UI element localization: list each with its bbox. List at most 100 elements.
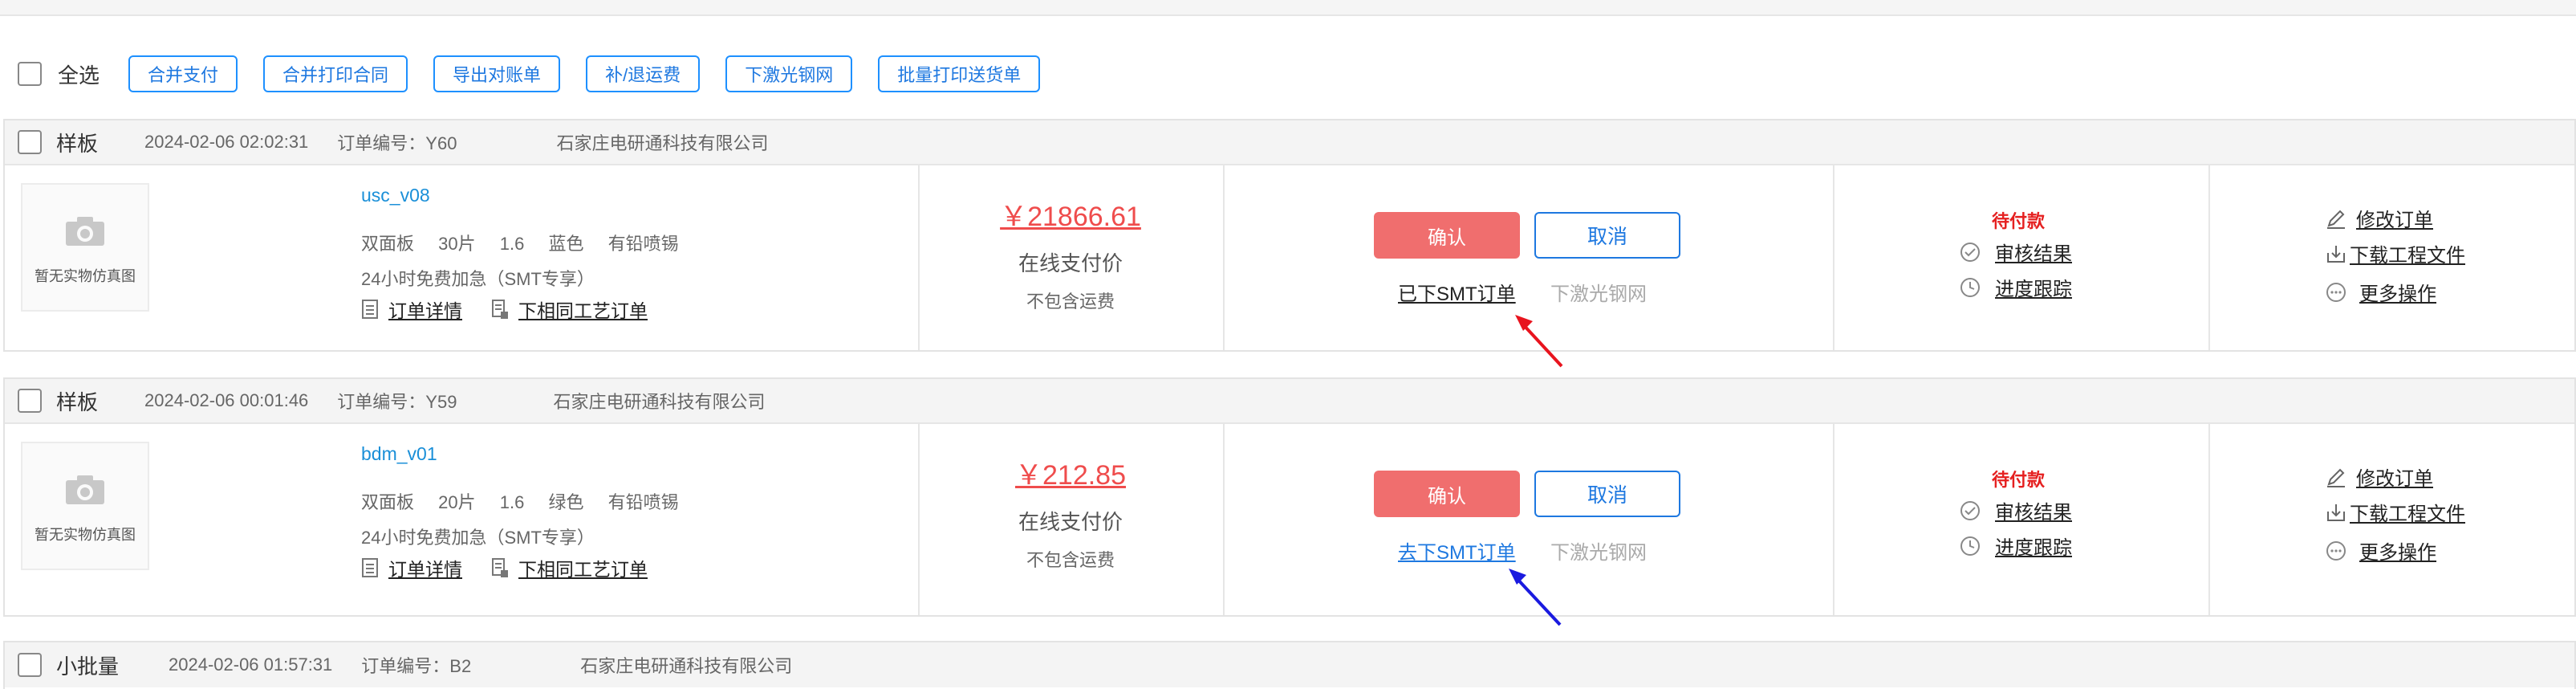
order-number: 订单编号：B2 [361,656,472,676]
order-number: 订单编号：Y60 [337,133,457,153]
rush-note: 24小时免费加急（SMT专享） [361,269,595,289]
order-type: 小批量 [56,654,120,679]
order-datetime: 2024-02-06 00:01:46 [144,390,309,410]
progress-row[interactable]: 进度跟踪 [1960,273,2072,301]
more-actions-link[interactable]: 更多操作 [2359,278,2436,306]
rush-note: 24小时免费加急（SMT专享） [361,528,595,548]
camera-icon [66,475,104,504]
order-body: 暂无实物仿真图 bdm_v01 双面板 20片 1.6 绿色 有铅喷锡 24小时… [5,424,2574,615]
clock-icon [1960,277,1980,297]
order-number: 订单编号：Y59 [337,392,457,412]
freight-adjust-button[interactable]: 补/退运费 [586,55,701,92]
spec-layers: 双面板 [361,234,415,254]
smt-order-link[interactable]: 已下SMT订单 [1398,278,1516,306]
edit-order-row[interactable]: 修改订单 [2326,204,2433,232]
status-badge: 待付款 [1992,470,2046,490]
order-detail-link[interactable]: 订单详情 [388,554,462,581]
batch-print-delivery-button[interactable]: 批量打印送货单 [878,55,1041,92]
more-actions-row[interactable]: 更多操作 [2326,278,2436,306]
pencil-icon [2327,210,2345,229]
download-file-row[interactable]: 下载工程文件 [2326,498,2465,526]
product-spec: 双面板 20片 1.6 绿色 有铅喷锡 [361,488,698,514]
confirm-button[interactable]: 确认 [1374,471,1520,517]
spec-thickness: 1.6 [499,234,525,254]
check-circle-icon [1960,500,1980,520]
freight-note: 不包含运费 [1026,550,1115,570]
download-icon [2327,503,2345,521]
check-circle-icon [1960,242,1980,262]
download-file-row[interactable]: 下载工程文件 [2326,239,2465,267]
order-checkbox[interactable] [18,389,42,413]
company-name: 石家庄电研通科技有限公司 [580,656,793,676]
company-name: 石家庄电研通科技有限公司 [556,133,769,153]
document-icon [362,300,378,319]
order-type: 样板 [56,389,99,414]
merge-print-contract-button[interactable]: 合并打印合同 [263,55,408,92]
progress-row[interactable]: 进度跟踪 [1960,532,2072,560]
spec-finish: 有铅喷锡 [607,234,679,254]
progress-tracking-link[interactable]: 进度跟踪 [1995,532,2072,560]
product-thumbnail: 暂无实物仿真图 [21,442,149,570]
action-column: 确认 取消 已下SMT订单 下激光钢网 [1223,165,1834,350]
order-detail-link[interactable]: 订单详情 [388,296,462,323]
review-result-link[interactable]: 审核结果 [1995,496,2072,524]
order-header: 样板 2024-02-06 00:01:46 订单编号：Y59 石家庄电研通科技… [5,379,2574,424]
edit-order-row[interactable]: 修改订单 [2326,463,2433,491]
more-dots-icon [2326,282,2346,302]
freight-note: 不包含运费 [1026,292,1115,312]
order-header: 样板 2024-02-06 02:02:31 订单编号：Y60 石家庄电研通科技… [5,120,2574,165]
document-icon [362,558,378,577]
laser-stencil-link[interactable]: 下激光钢网 [1550,278,1647,306]
order-header: 小批量 2024-02-06 01:57:31 订单编号：B2 石家庄电研通科技… [5,642,2574,687]
edit-order-link[interactable]: 修改订单 [2356,204,2433,232]
review-result-link[interactable]: 审核结果 [1995,238,2072,266]
cancel-button[interactable]: 取消 [1534,471,1680,517]
product-thumbnail: 暂无实物仿真图 [21,183,149,312]
download-engineering-file-link[interactable]: 下载工程文件 [2350,239,2465,267]
same-process-order-link[interactable]: 下相同工艺订单 [518,296,648,323]
order-type: 样板 [56,131,99,156]
download-icon [2327,245,2345,263]
select-all-checkbox[interactable] [18,62,42,86]
confirm-button[interactable]: 确认 [1374,212,1520,259]
order-datetime: 2024-02-06 02:02:31 [144,132,309,152]
product-column: 暂无实物仿真图 bdm_v01 双面板 20片 1.6 绿色 有铅喷锡 24小时… [5,424,920,615]
laser-stencil-link[interactable]: 下激光钢网 [1550,536,1647,565]
more-actions-row[interactable]: 更多操作 [2326,536,2436,565]
no-image-text: 暂无实物仿真图 [35,527,136,543]
same-process-order-link[interactable]: 下相同工艺订单 [518,554,648,581]
order-checkbox[interactable] [18,130,42,154]
spec-color: 蓝色 [548,234,584,254]
pay-label: 在线支付价 [1018,251,1123,275]
order-price: ￥21866.61 [1000,202,1141,232]
cancel-button[interactable]: 取消 [1534,212,1680,259]
repeat-order-icon [492,300,508,319]
no-image-text: 暂无实物仿真图 [35,268,136,284]
spec-quantity: 20片 [438,492,476,512]
spec-layers: 双面板 [361,492,415,512]
spec-quantity: 30片 [438,234,476,254]
more-actions-link[interactable]: 更多操作 [2359,536,2436,565]
product-name[interactable]: usc_v08 [361,185,430,206]
edit-order-link[interactable]: 修改订单 [2356,463,2433,491]
operation-column: 修改订单 下载工程文件 更多操作 [2208,165,2574,350]
company-name: 石家庄电研通科技有限公司 [553,392,766,412]
spec-color: 绿色 [548,492,584,512]
select-all-label[interactable]: 全选 [58,59,100,89]
product-name[interactable]: bdm_v01 [361,443,437,465]
operation-column: 修改订单 下载工程文件 更多操作 [2208,424,2574,615]
review-result-row[interactable]: 审核结果 [1960,496,2072,524]
download-engineering-file-link[interactable]: 下载工程文件 [2350,498,2465,526]
export-statement-button[interactable]: 导出对账单 [433,55,561,92]
pay-label: 在线支付价 [1018,510,1123,534]
review-result-row[interactable]: 审核结果 [1960,238,2072,266]
status-column: 待付款 审核结果 进度跟踪 [1833,165,2210,350]
smt-order-link[interactable]: 去下SMT订单 [1398,536,1516,565]
order-laser-stencil-button[interactable]: 下激光钢网 [725,55,853,92]
product-column: 暂无实物仿真图 usc_v08 双面板 30片 1.6 蓝色 有铅喷锡 24小时… [5,165,920,350]
order-checkbox[interactable] [18,653,42,677]
progress-tracking-link[interactable]: 进度跟踪 [1995,273,2072,301]
order-card: 样板 2024-02-06 00:01:46 订单编号：Y59 石家庄电研通科技… [3,377,2576,617]
order-card: 小批量 2024-02-06 01:57:31 订单编号：B2 石家庄电研通科技… [3,641,2576,689]
merge-pay-button[interactable]: 合并支付 [128,55,238,92]
